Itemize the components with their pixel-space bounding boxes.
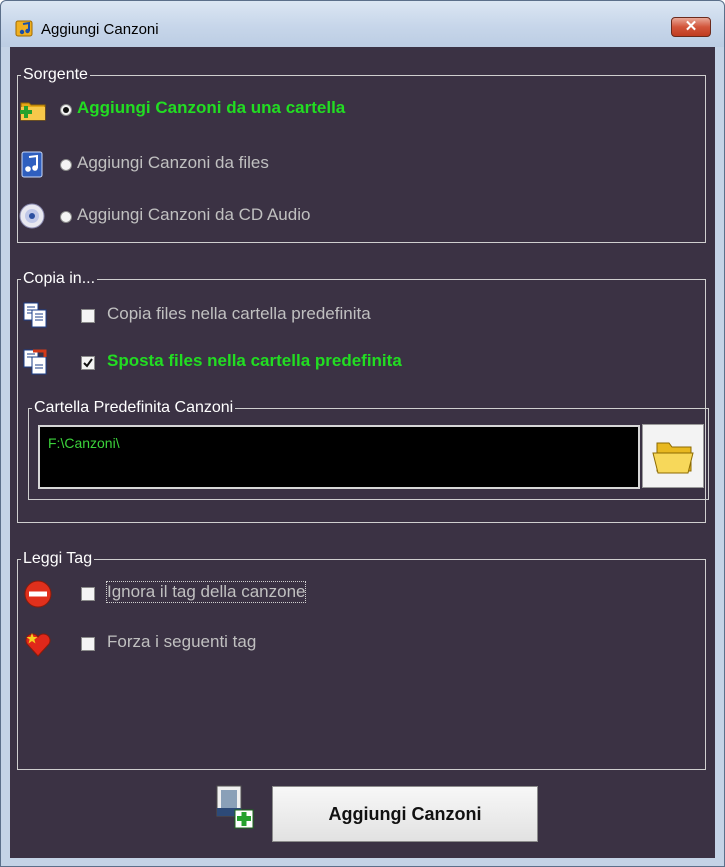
folder-path-text: F:\Canzoni\ [48, 435, 120, 451]
source-option-cd[interactable]: Aggiungi Canzoni da CD Audio [18, 201, 518, 231]
source-legend: Sorgente [23, 66, 88, 83]
copy-option-move-label: Sposta files nella cartella predefinita [107, 351, 402, 370]
source-option-files-label: Aggiungi Canzoni da files [77, 153, 269, 172]
add-songs-icon [216, 785, 254, 829]
copy-option-copy-label: Copia files nella cartella predefinita [107, 304, 371, 323]
title-bar[interactable]: Aggiungi Canzoni ✕ [1, 1, 724, 47]
source-option-files[interactable]: Aggiungi Canzoni da files [18, 149, 518, 179]
app-music-icon [15, 20, 33, 37]
tags-option-ignore[interactable]: Ignora il tag della canzone [23, 579, 523, 609]
no-entry-icon [24, 580, 52, 608]
open-folder-icon [652, 442, 694, 474]
cd-icon [19, 203, 45, 229]
tags-option-force[interactable]: Forza i seguenti tag [23, 629, 523, 659]
folder-add-icon [20, 102, 46, 121]
close-button[interactable]: ✕ [671, 17, 711, 37]
music-file-icon [21, 151, 43, 178]
checkbox-force-tag[interactable] [81, 637, 95, 651]
tags-option-force-label: Forza i seguenti tag [107, 632, 257, 651]
move-files-icon [23, 349, 47, 375]
tags-legend: Leggi Tag [23, 550, 93, 567]
source-option-folder[interactable]: Aggiungi Canzoni da una cartella [18, 94, 518, 124]
checkbox-ignore-tag[interactable] [81, 587, 95, 601]
checkbox-move[interactable] [81, 356, 95, 370]
add-songs-button[interactable]: Aggiungi Canzoni [272, 786, 538, 842]
browse-folder-button[interactable] [642, 424, 704, 488]
checkbox-copy[interactable] [81, 309, 95, 323]
default-folder-legend: Cartella Predefinita Canzoni [34, 399, 234, 416]
heart-star-icon [25, 633, 51, 657]
tags-option-ignore-label: Ignora il tag della canzone [105, 581, 307, 603]
copy-option-copy[interactable]: Copia files nella cartella predefinita [21, 300, 521, 330]
window-title: Aggiungi Canzoni [41, 21, 159, 38]
copy-legend: Copia in... [23, 270, 96, 287]
folder-path-field[interactable]: F:\Canzoni\ [38, 425, 640, 489]
dialog-window: Aggiungi Canzoni ✕ Sorgente Aggiungi Can… [0, 0, 725, 867]
dialog-body: Sorgente Aggiungi Canzoni da una cartell… [10, 47, 715, 858]
radio-files[interactable] [60, 159, 72, 171]
copy-files-icon [23, 302, 47, 328]
source-option-cd-label: Aggiungi Canzoni da CD Audio [77, 205, 311, 224]
radio-folder[interactable] [60, 104, 72, 116]
radio-cd[interactable] [60, 211, 72, 223]
close-icon: ✕ [684, 18, 698, 35]
source-option-folder-label: Aggiungi Canzoni da una cartella [77, 98, 346, 117]
copy-option-move[interactable]: Sposta files nella cartella predefinita [21, 347, 521, 377]
